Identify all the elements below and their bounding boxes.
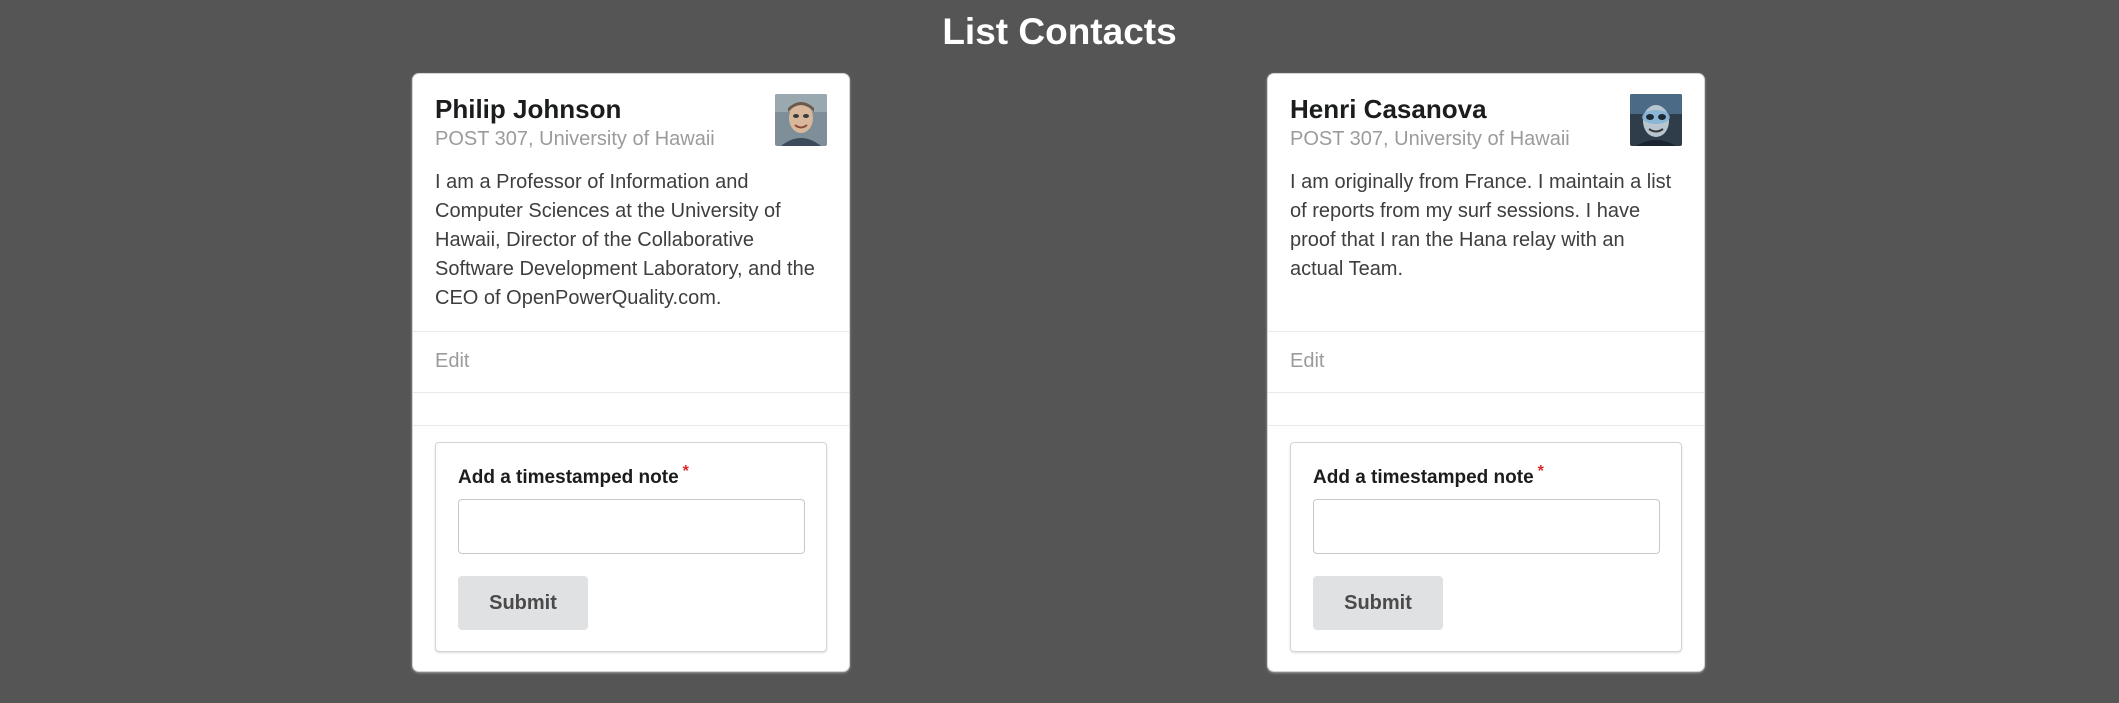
divider [413,425,849,426]
divider [1268,425,1704,426]
submit-button[interactable]: Submit [1313,576,1443,630]
contact-description: I am a Professor of Information and Comp… [435,171,815,309]
note-field-label: Add a timestamped note * [1313,463,1544,489]
avatar [775,94,827,146]
add-note-form: Add a timestamped note * Submit [435,442,827,652]
note-label-text: Add a timestamped note [1313,467,1534,488]
contact-description: I am originally from France. I maintain … [1290,171,1672,280]
contact-card: Henri Casanova POST 307, University of H… [1268,74,1704,671]
note-label-text: Add a timestamped note [458,467,679,488]
contact-card: Philip Johnson POST 307, University of H… [413,74,849,671]
divider [413,331,849,332]
contact-address: POST 307, University of Hawaii [435,128,715,150]
note-input[interactable] [458,499,805,554]
contact-address: POST 307, University of Hawaii [1290,128,1570,150]
edit-link[interactable]: Edit [435,350,469,373]
divider [1268,331,1704,332]
add-note-form: Add a timestamped note * Submit [1290,442,1682,652]
note-input[interactable] [1313,499,1660,554]
submit-button[interactable]: Submit [458,576,588,630]
avatar [1630,94,1682,146]
required-asterisk: * [682,463,689,480]
required-asterisk: * [1537,463,1544,480]
divider [1268,392,1704,393]
page-title: List Contacts [942,11,1177,52]
divider [413,392,849,393]
contact-name: Philip Johnson [435,94,622,124]
contact-name: Henri Casanova [1290,94,1487,124]
note-field-label: Add a timestamped note * [458,463,689,489]
edit-link[interactable]: Edit [1290,350,1324,373]
card-content: Henri Casanova POST 307, University of H… [1290,92,1682,402]
card-content: Philip Johnson POST 307, University of H… [435,92,827,402]
